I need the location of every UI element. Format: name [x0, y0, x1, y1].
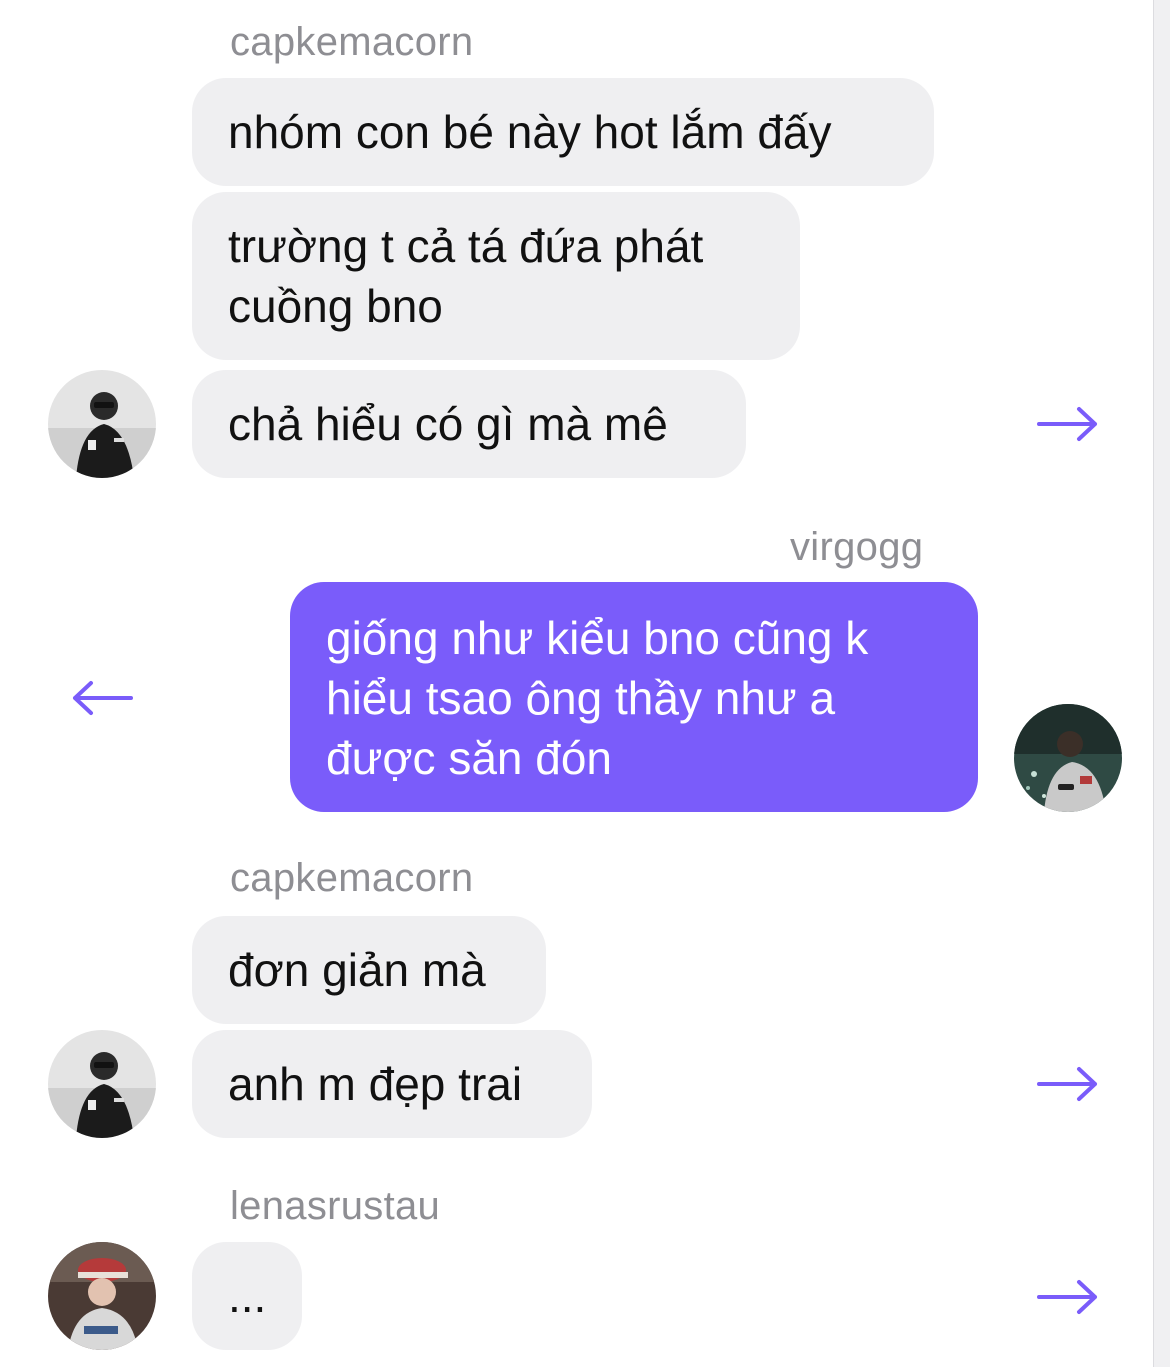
sender-name: capkemacorn: [230, 856, 474, 900]
message-text: giống như kiểu bno cũng k hiểu tsao ông …: [326, 612, 869, 784]
arrow-left-icon[interactable]: [70, 678, 134, 718]
message-bubble[interactable]: trường t cả tá đứa phát cuồng bno: [192, 192, 800, 360]
message-bubble[interactable]: anh m đẹp trai: [192, 1030, 592, 1138]
message-bubble[interactable]: ...: [192, 1242, 302, 1350]
message-text: đơn giản mà: [228, 944, 486, 996]
message-text: nhóm con bé này hot lắm đấy: [228, 106, 832, 158]
message-text: ...: [228, 1270, 267, 1322]
message-bubble[interactable]: chả hiểu có gì mà mê: [192, 370, 746, 478]
message-bubble[interactable]: nhóm con bé này hot lắm đấy: [192, 78, 934, 186]
message-bubble-outgoing[interactable]: giống như kiểu bno cũng k hiểu tsao ông …: [290, 582, 978, 812]
message-text: chả hiểu có gì mà mê: [228, 398, 668, 450]
message-bubble[interactable]: đơn giản mà: [192, 916, 546, 1024]
avatar[interactable]: [48, 1242, 156, 1350]
message-text: trường t cả tá đứa phát cuồng bno: [228, 220, 704, 332]
scrollbar[interactable]: [1153, 0, 1170, 1367]
sender-name: lenasrustau: [230, 1184, 441, 1228]
avatar[interactable]: [48, 1030, 156, 1138]
avatar[interactable]: [48, 370, 156, 478]
sender-name: virgogg: [790, 525, 924, 569]
sender-name: capkemacorn: [230, 20, 474, 64]
arrow-right-icon[interactable]: [1036, 1277, 1100, 1317]
arrow-right-icon[interactable]: [1036, 404, 1100, 444]
message-text: anh m đẹp trai: [228, 1058, 523, 1110]
arrow-right-icon[interactable]: [1036, 1064, 1100, 1104]
avatar[interactable]: [1014, 704, 1122, 812]
